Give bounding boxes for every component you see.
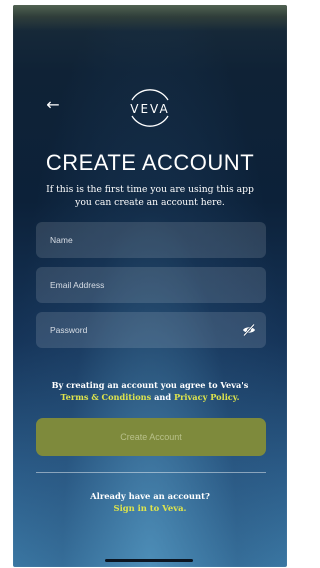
create-account-button[interactable]: Create Account [36,418,266,456]
terms-link[interactable]: Terms & Conditions [61,392,152,402]
home-indicator [105,559,193,562]
password-field-container [36,312,266,348]
email-field-container [36,267,266,303]
veva-logo: VEVA [130,89,169,127]
terms-conjunction: and [154,392,172,402]
terms-text: By creating an account you agree to Veva… [31,379,269,403]
email-input[interactable] [36,267,266,303]
app-screen: ← VEVA CREATE ACCOUNT If this is the fir… [13,5,287,567]
terms-prefix: By creating an account you agree to Veva… [51,380,249,390]
logo-text: VEVA [130,102,169,116]
privacy-link[interactable]: Privacy Policy. [174,392,240,402]
divider [36,472,266,473]
logo-arc-bottom [131,115,169,127]
logo-arc-top [131,89,169,101]
password-input[interactable] [36,312,266,348]
name-field-container [36,222,266,258]
already-account-text: Already have an account? [90,491,210,501]
back-arrow-icon[interactable]: ← [43,95,63,115]
name-input[interactable] [36,222,266,258]
page-title: CREATE ACCOUNT [45,150,255,175]
eye-off-icon[interactable] [242,323,256,337]
page-subtitle: If this is the first time you are using … [46,184,254,208]
signin-link[interactable]: Sign in to Veva. [114,503,187,513]
signin-prompt: Already have an account? Sign in to Veva… [13,490,287,514]
